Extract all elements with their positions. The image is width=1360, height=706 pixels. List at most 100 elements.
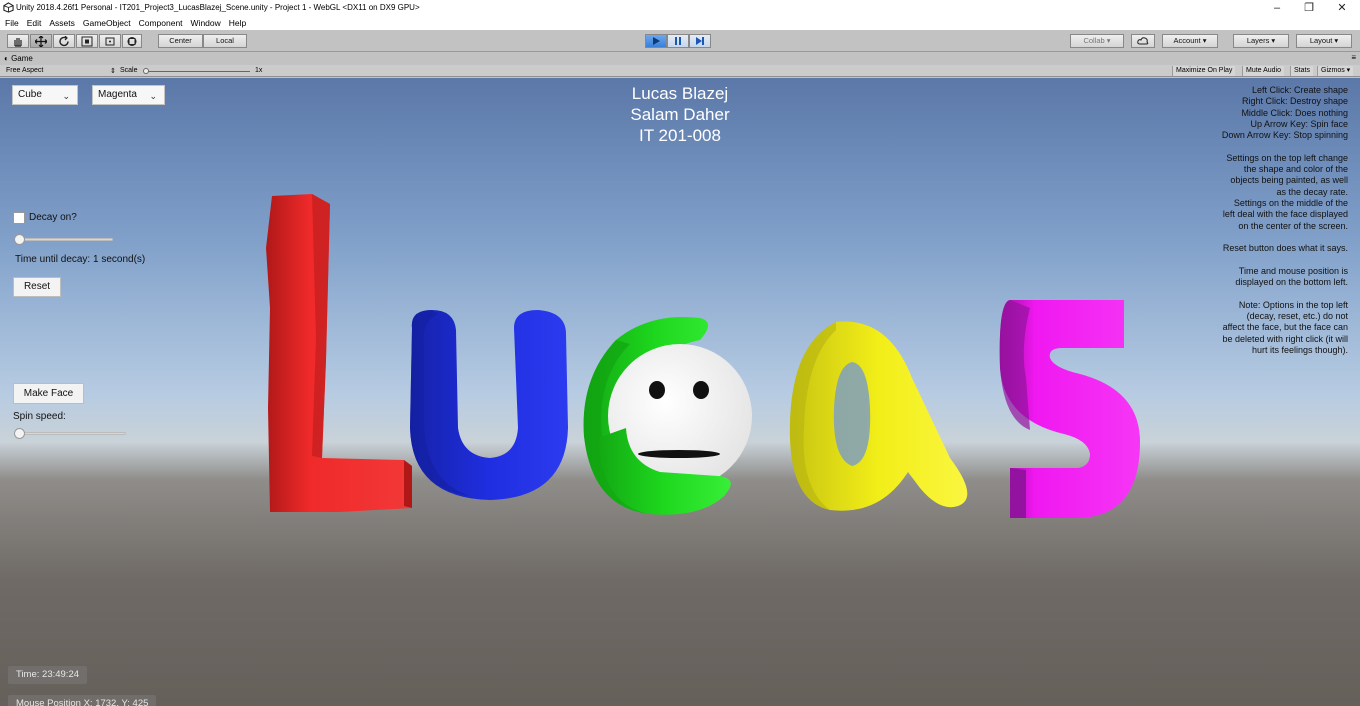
spin-speed-label: Spin speed: bbox=[13, 411, 66, 422]
shape-dropdown-value: Cube bbox=[18, 89, 42, 100]
instruction-line: the shape and color of the bbox=[1243, 164, 1348, 175]
reset-button[interactable]: Reset bbox=[13, 277, 61, 297]
close-button[interactable]: ✕ bbox=[1327, 0, 1357, 16]
game-tab-header: ◐ Game ≡ bbox=[0, 53, 1360, 65]
collab-label: Collab ▾ bbox=[1083, 36, 1111, 45]
instruction-line: as the decay rate. bbox=[1276, 186, 1348, 197]
rect-tool-button[interactable] bbox=[99, 34, 121, 48]
scale-value: 1x bbox=[255, 67, 263, 74]
cloud-icon bbox=[1137, 37, 1149, 45]
letter-l-shape[interactable] bbox=[266, 194, 412, 512]
account-dropdown[interactable]: Account ▾ bbox=[1162, 34, 1218, 48]
face-right-eye bbox=[693, 381, 709, 399]
color-dropdown-value: Magenta bbox=[98, 89, 137, 100]
mute-audio-toggle[interactable]: Mute Audio bbox=[1242, 66, 1285, 76]
step-icon bbox=[696, 37, 704, 45]
menu-help[interactable]: Help bbox=[229, 16, 251, 30]
letter-a-hole bbox=[833, 362, 871, 466]
menu-component[interactable]: Component bbox=[139, 16, 188, 30]
menu-bar: File Edit Assets GameObject Component Wi… bbox=[0, 16, 1360, 30]
menu-file[interactable]: File bbox=[5, 16, 24, 30]
instruction-line: objects being painted, as well bbox=[1230, 175, 1348, 186]
face-mouth bbox=[638, 450, 720, 458]
instruction-line: Up Arrow Key: Spin face bbox=[1250, 118, 1348, 129]
instruction-line: Settings on the top left change bbox=[1226, 152, 1348, 163]
instruction-line: Reset button does what it says. bbox=[1222, 243, 1348, 254]
shape-dropdown[interactable]: Cube ⌄ bbox=[12, 85, 78, 105]
instruction-line: Down Arrow Key: Stop spinning bbox=[1221, 130, 1348, 141]
step-button[interactable] bbox=[689, 34, 711, 48]
pivot-label: Center bbox=[169, 36, 192, 45]
spin-slider-track[interactable] bbox=[15, 432, 126, 435]
instruction-line: Middle Click: Does nothing bbox=[1241, 107, 1348, 118]
color-dropdown[interactable]: Magenta ⌄ bbox=[92, 85, 165, 105]
instruction-line: (decay, reset, etc.) do not bbox=[1246, 310, 1348, 321]
transform-tool-button[interactable] bbox=[122, 34, 142, 48]
menu-assets[interactable]: Assets bbox=[49, 16, 80, 30]
instruction-line bbox=[1118, 232, 1348, 243]
scale-icon bbox=[81, 36, 93, 47]
hand-tool-button[interactable] bbox=[7, 34, 29, 48]
game-tab[interactable]: ◐ Game bbox=[4, 54, 33, 63]
collab-dropdown[interactable]: Collab ▾ bbox=[1070, 34, 1124, 48]
letter-a-shape[interactable] bbox=[789, 321, 968, 511]
hand-icon bbox=[14, 38, 22, 47]
credit-name-2: Salam Daher bbox=[630, 105, 730, 124]
account-label: Account ▾ bbox=[1173, 36, 1207, 45]
instruction-line: left deal with the face displayed bbox=[1222, 209, 1348, 220]
credit-course: IT 201-008 bbox=[639, 126, 721, 145]
decay-checkbox[interactable] bbox=[13, 212, 25, 224]
gizmos-dropdown[interactable]: Gizmos ▾ bbox=[1317, 66, 1354, 76]
instruction-line: on the center of the screen. bbox=[1238, 220, 1348, 231]
instruction-line: be deleted with right click (it will bbox=[1222, 333, 1348, 344]
spin-slider-knob[interactable] bbox=[14, 428, 25, 439]
tab-menu-icon[interactable]: ≡ bbox=[1351, 53, 1356, 62]
game-viewport[interactable]: Cube ⌄ Magenta ⌄ Lucas Blazej Salam Dahe… bbox=[0, 78, 1360, 706]
main-toolbar: Center Local Collab ▾ Account ▾ Layers ▾… bbox=[0, 30, 1360, 52]
stats-toggle[interactable]: Stats bbox=[1290, 66, 1313, 76]
scale-slider-track[interactable] bbox=[145, 71, 250, 72]
maximize-on-play-toggle[interactable]: Maximize On Play bbox=[1172, 66, 1236, 76]
credit-name-1: Lucas Blazej bbox=[631, 84, 729, 103]
letter-u-shape[interactable] bbox=[410, 310, 568, 500]
decay-label: Decay on? bbox=[29, 212, 77, 223]
rotate-tool-button[interactable] bbox=[53, 34, 75, 48]
pivot-center-button[interactable]: Center bbox=[158, 34, 203, 48]
menu-gameobject[interactable]: GameObject bbox=[83, 16, 136, 30]
rect-icon bbox=[105, 37, 115, 46]
aspect-dropdown[interactable]: Free Aspect bbox=[6, 67, 43, 74]
instruction-line: Settings on the middle of the bbox=[1233, 197, 1348, 208]
move-tool-button[interactable] bbox=[30, 34, 52, 48]
maximize-button[interactable]: ❐ bbox=[1294, 0, 1324, 16]
time-display: Time: 23:49:24 bbox=[8, 666, 88, 684]
instruction-line bbox=[1118, 288, 1348, 299]
pivot-local-button[interactable]: Local bbox=[203, 34, 247, 48]
decay-slider-track[interactable] bbox=[15, 238, 113, 241]
instruction-line bbox=[1118, 254, 1348, 265]
instruction-line bbox=[1118, 141, 1348, 152]
make-face-button[interactable]: Make Face bbox=[13, 383, 84, 404]
cloud-button[interactable] bbox=[1131, 34, 1155, 48]
game-tab-label: Game bbox=[11, 54, 33, 63]
chevron-down-icon: ⌄ bbox=[62, 91, 70, 101]
layers-dropdown[interactable]: Layers ▾ bbox=[1233, 34, 1289, 48]
menu-window[interactable]: Window bbox=[191, 16, 226, 30]
pause-button[interactable] bbox=[667, 34, 689, 48]
scale-slider-knob[interactable] bbox=[143, 68, 149, 74]
game-view-toolbar: Free Aspect ⇕ Scale 1x Maximize On Play … bbox=[0, 65, 1360, 77]
play-icon bbox=[653, 37, 660, 45]
face-left-eye bbox=[649, 381, 665, 399]
layout-label: Layout ▾ bbox=[1309, 36, 1339, 45]
minimize-button[interactable]: – bbox=[1262, 0, 1292, 16]
instruction-line: hurt its feelings though). bbox=[1251, 344, 1348, 355]
move-arrows-icon bbox=[35, 36, 47, 47]
layers-label: Layers ▾ bbox=[1246, 36, 1276, 45]
play-button[interactable] bbox=[645, 34, 667, 48]
instruction-line: Left Click: Create shape bbox=[1251, 85, 1348, 95]
layout-dropdown[interactable]: Layout ▾ bbox=[1296, 34, 1352, 48]
game-tab-icon: ◐ bbox=[4, 54, 9, 63]
unity-logo-icon bbox=[3, 2, 14, 13]
scale-tool-button[interactable] bbox=[76, 34, 98, 48]
decay-slider-knob[interactable] bbox=[14, 234, 25, 245]
menu-edit[interactable]: Edit bbox=[27, 16, 47, 30]
